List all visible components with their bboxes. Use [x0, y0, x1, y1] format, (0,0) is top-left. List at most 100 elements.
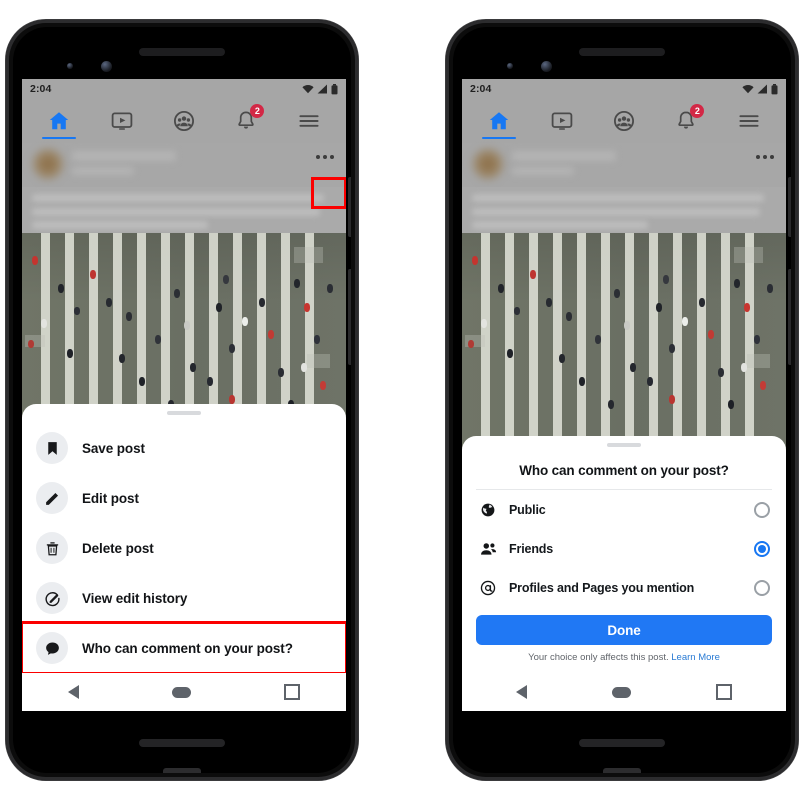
recents-square-icon[interactable] [283, 684, 300, 700]
menu-item-label: View edit history [82, 590, 188, 606]
nav-tab-notifications[interactable]: 2 [225, 102, 267, 140]
nav-tab-home[interactable] [38, 102, 80, 140]
radio-public[interactable] [754, 501, 770, 518]
menu-item-who-can-comment[interactable]: Who can comment on your post? [22, 621, 346, 675]
nav-tab-menu[interactable] [728, 102, 770, 140]
option-public[interactable]: Public [474, 490, 774, 529]
menu-item-view-edit-history[interactable]: View edit history [22, 573, 346, 623]
notification-badge: 2 [250, 104, 265, 118]
home-pill-icon[interactable] [171, 686, 191, 698]
avatar [32, 148, 64, 180]
cellular-signal-icon [757, 84, 767, 94]
post-body-blurred [462, 187, 786, 233]
bottom-speaker-grille [579, 739, 665, 747]
radio-friends[interactable] [754, 540, 770, 557]
menu-item-save-post[interactable]: Save post [22, 423, 346, 473]
post-author-name-blurred [512, 151, 616, 161]
post-author-name-blurred [72, 151, 176, 161]
notification-badge: 2 [690, 104, 705, 118]
nav-tab-watch[interactable] [541, 102, 583, 140]
option-friends[interactable]: Friends [474, 529, 774, 568]
status-icon-group [302, 83, 338, 95]
phone-left-bezel: 2:04 2 Save post Edit post Delete post V… [13, 27, 351, 773]
globe-icon [478, 502, 498, 518]
recents-square-icon[interactable] [715, 684, 732, 700]
dialog-title: Who can comment on your post? [519, 463, 729, 478]
who-can-comment-dialog: Who can comment on your post? Public Fri… [462, 436, 786, 711]
crosswalk-stripes [481, 233, 754, 465]
earpiece-speaker-grille [579, 48, 665, 56]
dialog-footer: Your choice only affects this post. Lear… [474, 645, 774, 673]
option-profiles-pages-mention[interactable]: Profiles and Pages you mention [474, 568, 774, 607]
option-label: Friends [509, 541, 554, 556]
nav-tab-groups[interactable] [163, 102, 205, 140]
post-options-bottom-sheet: Save post Edit post Delete post View edi… [22, 404, 346, 711]
post-text-line [472, 194, 764, 202]
post-text-line [32, 208, 320, 216]
back-triangle-icon[interactable] [68, 685, 80, 699]
battery-icon [771, 83, 778, 94]
home-pill-icon[interactable] [611, 686, 631, 698]
done-button[interactable]: Done [476, 615, 772, 645]
dialog-footer-text: Your choice only affects this post. [528, 652, 669, 663]
more-options-icon[interactable] [316, 155, 334, 159]
groups-icon [173, 110, 194, 132]
wifi-icon [302, 85, 314, 94]
phone-right-bezel: 2:04 2 Who can comment on your post? Pub… [453, 27, 791, 773]
video-play-icon [111, 112, 132, 130]
bottom-frame-notch [163, 768, 201, 773]
menu-item-label: Save post [82, 440, 145, 456]
hamburger-menu-icon [739, 115, 759, 127]
post-header [22, 143, 346, 187]
status-bar: 2:04 [462, 79, 786, 99]
sheet-drag-handle[interactable] [167, 411, 201, 415]
post-text-line [472, 221, 648, 229]
post-photo-crosswalk[interactable] [462, 233, 786, 465]
menu-item-label: Delete post [82, 540, 154, 556]
status-clock: 2:04 [470, 83, 492, 95]
photo-patch [747, 353, 770, 368]
radio-profiles-pages-mention[interactable] [754, 579, 770, 596]
more-options-icon[interactable] [756, 155, 774, 159]
battery-icon [331, 83, 338, 94]
menu-item-edit-post[interactable]: Edit post [22, 473, 346, 523]
sensor-dot [507, 63, 513, 69]
nav-tab-notifications[interactable]: 2 [665, 102, 707, 140]
friends-icon [478, 541, 498, 557]
power-button[interactable] [788, 177, 791, 237]
bookmark-icon [36, 432, 68, 464]
post-timestamp-blurred [512, 167, 574, 175]
post-text-line [32, 194, 324, 202]
facebook-top-nav: 2 [22, 99, 346, 143]
sheet-drag-handle[interactable] [607, 443, 641, 447]
front-camera-icon [101, 61, 112, 72]
post-timestamp-blurred [72, 167, 134, 175]
groups-icon [613, 110, 634, 132]
video-play-icon [551, 112, 572, 130]
nav-tab-groups[interactable] [603, 102, 645, 140]
menu-item-delete-post[interactable]: Delete post [22, 523, 346, 573]
bottom-speaker-grille [139, 739, 225, 747]
volume-button[interactable] [348, 269, 351, 365]
phone-left: 2:04 2 Save post Edit post Delete post V… [6, 20, 358, 780]
nav-tab-home[interactable] [478, 102, 520, 140]
menu-item-label: Who can comment on your post? [82, 640, 293, 656]
learn-more-link[interactable]: Learn More [671, 652, 720, 663]
photo-patch [294, 246, 324, 264]
at-mention-icon [478, 580, 498, 596]
volume-button[interactable] [788, 269, 791, 365]
android-navigation-bar [474, 673, 774, 711]
phone-right: 2:04 2 Who can comment on your post? Pub… [446, 20, 798, 780]
nav-tab-menu[interactable] [288, 102, 330, 140]
power-button[interactable] [348, 177, 351, 237]
menu-item-label: Edit post [82, 490, 139, 506]
photo-patch [307, 353, 330, 368]
facebook-top-nav: 2 [462, 99, 786, 143]
back-triangle-icon[interactable] [516, 685, 528, 699]
nav-tab-watch[interactable] [101, 102, 143, 140]
screenshot-canvas: 2:04 2 Save post Edit post Delete post V… [0, 0, 800, 800]
option-label: Profiles and Pages you mention [509, 580, 695, 595]
android-navigation-bar [22, 673, 346, 711]
active-tab-indicator [42, 136, 77, 139]
active-tab-indicator [482, 136, 517, 139]
